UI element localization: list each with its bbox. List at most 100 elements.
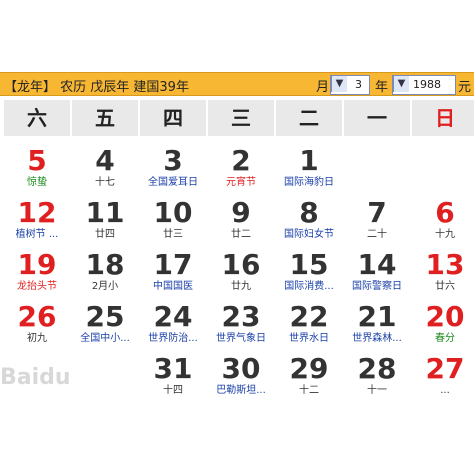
day-cell[interactable]: 9 廿二 (206, 192, 276, 246)
year-value: 1988 (413, 78, 441, 91)
day-number: 22 (289, 300, 329, 333)
day-number: 15 (289, 248, 329, 281)
day-subtext: 巴勒斯坦... (216, 385, 266, 396)
day-subtext: 龙抬头节 (17, 281, 57, 292)
chevron-down-icon[interactable]: ▼ (331, 76, 347, 92)
day-subtext: 十一 (367, 385, 387, 396)
day-cell[interactable]: 7 二十 (342, 192, 412, 246)
day-cell[interactable]: 26 初九 (2, 296, 72, 350)
month-select[interactable]: ▼ 3 (330, 75, 370, 95)
day-number: 5 (27, 144, 47, 177)
day-subtext: 2月小 (91, 281, 119, 292)
weekday-tue: 二 (276, 100, 343, 136)
day-subtext: 廿九 (231, 281, 251, 292)
day-number: 16 (221, 248, 261, 281)
day-cell[interactable]: 28 十一 (342, 348, 412, 402)
weekday-fri: 五 (72, 100, 139, 136)
day-subtext: 廿二 (231, 229, 251, 240)
day-subtext: 植树节 ... (15, 229, 59, 240)
lunar-info-text: 【龙年】 农历 戊辰年 建国39年 (4, 80, 189, 95)
day-cell[interactable]: 24 世界防治... (138, 296, 208, 350)
day-number: 10 (153, 196, 193, 229)
baidu-watermark: Baidu (0, 365, 71, 415)
day-subtext: 世界森林... (352, 333, 402, 344)
day-number: 28 (357, 352, 397, 385)
weekday-mon: 一 (344, 100, 411, 136)
weekday-header: 六 五 四 三 二 一 日 (0, 100, 474, 136)
day-cell[interactable]: 12 植树节 ... (2, 192, 72, 246)
weekday-sat: 六 (4, 100, 71, 136)
day-subtext: 十二 (299, 385, 319, 396)
day-cell[interactable]: 20 春分 (410, 296, 474, 350)
day-number: 7 (367, 196, 387, 229)
day-subtext: 世界防治... (148, 333, 198, 344)
day-subtext: 惊蛰 (27, 177, 47, 188)
day-cell[interactable]: 5 惊蛰 (2, 140, 72, 194)
day-cell[interactable]: 3 全国爱耳日 (138, 140, 208, 194)
year-select[interactable]: ▼ 1988 (392, 75, 456, 95)
day-subtext: 世界水日 (289, 333, 329, 344)
day-cell[interactable]: 14 国际警察日 (342, 244, 412, 298)
day-cell[interactable]: 15 国际消费... (274, 244, 344, 298)
day-cell[interactable]: 19 龙抬头节 (2, 244, 72, 298)
watermark-text: Baidu (0, 365, 71, 390)
day-subtext: 中国国医 (153, 281, 193, 292)
day-number: 30 (221, 352, 261, 385)
day-subtext: 廿六 (435, 281, 455, 292)
day-subtext: 元宵节 (226, 177, 256, 188)
day-cell[interactable]: 21 世界森林... (342, 296, 412, 350)
day-number: 23 (221, 300, 261, 333)
day-subtext: ... (440, 385, 450, 396)
day-cell[interactable]: 17 中国国医 (138, 244, 208, 298)
day-cell[interactable]: 22 世界水日 (274, 296, 344, 350)
day-cell[interactable]: 30 巴勒斯坦... (206, 348, 276, 402)
calendar-toolbar: 【龙年】 农历 戊辰年 建国39年 月 ▼ 3 年 ▼ 1988 元 (0, 72, 474, 96)
day-subtext: 国际海豹日 (284, 177, 334, 188)
day-cell[interactable]: 31 十四 (138, 348, 208, 402)
day-subtext: 全国中小... (80, 333, 130, 344)
day-number: 27 (425, 352, 465, 385)
day-number: 13 (425, 248, 465, 281)
day-subtext: 廿四 (95, 229, 115, 240)
day-number: 26 (17, 300, 57, 333)
chevron-down-icon[interactable]: ▼ (393, 76, 409, 92)
day-cell[interactable]: 11 廿四 (70, 192, 140, 246)
day-cell[interactable]: 27... (410, 348, 474, 402)
day-cell[interactable]: 6 十九 (410, 192, 474, 246)
day-cell[interactable]: 4 十七 (70, 140, 140, 194)
day-cell[interactable]: 13 廿六 (410, 244, 474, 298)
day-subtext: 国际消费... (284, 281, 334, 292)
day-cell[interactable]: 29 十二 (274, 348, 344, 402)
year-label: 年 (375, 80, 389, 95)
day-number: 20 (425, 300, 465, 333)
weekday-thu: 四 (140, 100, 207, 136)
day-cell[interactable]: 2 元宵节 (206, 140, 276, 194)
day-subtext: 十四 (163, 385, 183, 396)
day-subtext: 国际警察日 (352, 281, 402, 292)
day-cell[interactable]: 18 2月小 (70, 244, 140, 298)
day-number: 19 (17, 248, 57, 281)
day-subtext: 国际妇女节 (284, 229, 334, 240)
day-cell[interactable]: 1 国际海豹日 (274, 140, 344, 194)
day-number: 14 (357, 248, 397, 281)
day-subtext: 十七 (95, 177, 115, 188)
day-number: 17 (153, 248, 193, 281)
day-number: 1 (299, 144, 319, 177)
day-subtext: 初九 (27, 333, 47, 344)
day-subtext: 全国爱耳日 (148, 177, 198, 188)
day-cell[interactable]: 8 国际妇女节 (274, 192, 344, 246)
day-cell[interactable]: 25 全国中小... (70, 296, 140, 350)
day-cell[interactable]: 23 世界气象日 (206, 296, 276, 350)
day-cell[interactable]: 16 廿九 (206, 244, 276, 298)
yuan-label: 元 (458, 80, 472, 95)
month-value: 3 (355, 78, 362, 91)
day-number: 12 (17, 196, 57, 229)
weekday-wed: 三 (208, 100, 275, 136)
day-subtext: 十九 (435, 229, 455, 240)
day-cell[interactable]: 10 廿三 (138, 192, 208, 246)
day-number: 11 (85, 196, 125, 229)
day-subtext: 世界气象日 (216, 333, 266, 344)
day-number: 8 (299, 196, 319, 229)
day-number: 9 (231, 196, 251, 229)
day-number: 29 (289, 352, 329, 385)
